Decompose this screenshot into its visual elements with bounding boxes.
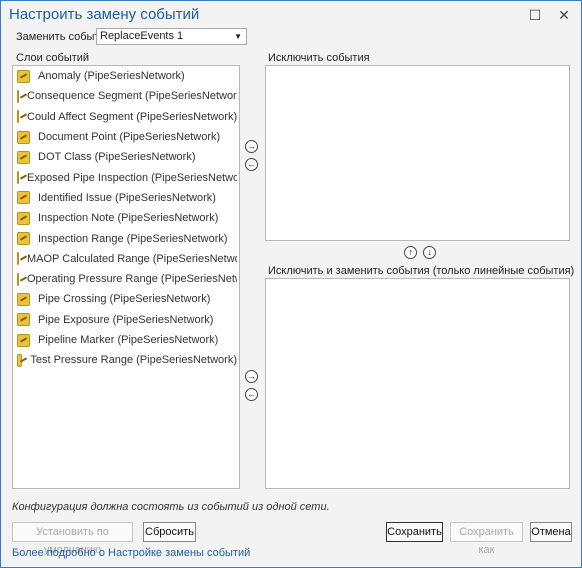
- help-link[interactable]: Более подробно о Настройке замены событи…: [12, 547, 250, 559]
- event-layer-icon: [17, 252, 19, 266]
- maximize-icon[interactable]: ☐: [525, 5, 545, 25]
- event-layer-label: DOT Class (PipeSeriesNetwork): [38, 151, 196, 164]
- event-layer-label: Pipe Crossing (PipeSeriesNetwork): [38, 293, 211, 306]
- event-layer-label: Anomaly (PipeSeriesNetwork): [38, 70, 185, 83]
- set-default-button[interactable]: Установить по умолчанию: [12, 522, 133, 556]
- event-layer-item[interactable]: DOT Class (PipeSeriesNetwork): [14, 147, 237, 167]
- event-layer-icon: [17, 89, 19, 103]
- save-as-button[interactable]: Сохранить как: [450, 522, 523, 556]
- cancel-button[interactable]: Отмена: [530, 522, 572, 542]
- event-layer-icon: [17, 150, 30, 164]
- event-layer-icon: [17, 191, 30, 205]
- event-layer-item[interactable]: Test Pressure Range (PipeSeriesNetwork): [14, 350, 237, 370]
- event-layer-icon: [17, 171, 19, 185]
- replace-events-value: ReplaceEvents 1: [100, 30, 184, 42]
- event-layer-icon: [17, 232, 30, 246]
- event-layer-item[interactable]: Inspection Range (PipeSeriesNetwork): [14, 228, 237, 248]
- event-layer-item[interactable]: Consequence Segment (PipeSeriesNetwork): [14, 86, 237, 106]
- event-layer-label: Exposed Pipe Inspection (PipeSeriesNetwo…: [27, 171, 237, 184]
- event-layers-list: Anomaly (PipeSeriesNetwork) Consequence S…: [14, 66, 237, 486]
- event-layer-label: Identified Issue (PipeSeriesNetwork): [38, 191, 216, 204]
- add-exclude-arrow-right-icon[interactable]: →: [245, 140, 258, 153]
- event-layer-label: Inspection Note (PipeSeriesNetwork): [38, 212, 219, 225]
- configuration-note: Конфигурация должна состоять из событий …: [12, 501, 330, 513]
- event-layer-icon: [17, 292, 30, 306]
- event-layer-icon: [17, 211, 30, 225]
- event-layer-item[interactable]: Document Point (PipeSeriesNetwork): [14, 127, 237, 147]
- event-layer-label: Consequence Segment (PipeSeriesNetwork): [27, 90, 237, 103]
- replace-events-dropdown[interactable]: ReplaceEvents 1 ▼: [96, 28, 247, 45]
- exclude-events-label: Исключить события: [268, 52, 370, 64]
- event-layer-label: Pipe Exposure (PipeSeriesNetwork): [38, 313, 214, 326]
- remove-exclude-arrow-left-icon[interactable]: ←: [245, 158, 258, 171]
- event-layer-icon: [17, 272, 19, 286]
- event-layer-label: Inspection Range (PipeSeriesNetwork): [38, 232, 228, 245]
- event-layer-item[interactable]: Anomaly (PipeSeriesNetwork): [14, 66, 237, 86]
- event-layer-label: MAOP Calculated Range (PipeSeriesNetwork…: [27, 252, 237, 265]
- event-layer-icon: [17, 110, 19, 124]
- save-button[interactable]: Сохранить: [386, 522, 443, 542]
- event-layer-icon: [17, 130, 30, 144]
- exclude-replace-events-label: Исключить и заменить события (только лин…: [268, 265, 575, 277]
- event-layer-label: Test Pressure Range (PipeSeriesNetwork): [30, 354, 237, 367]
- remove-exclude-replace-arrow-left-icon[interactable]: ←: [245, 388, 258, 401]
- event-layer-item[interactable]: Identified Issue (PipeSeriesNetwork): [14, 188, 237, 208]
- event-layer-icon: [17, 69, 30, 83]
- event-layer-item[interactable]: MAOP Calculated Range (PipeSeriesNetwork…: [14, 249, 237, 269]
- close-icon[interactable]: ✕: [554, 5, 574, 25]
- exclude-events-list[interactable]: [265, 65, 570, 241]
- event-layer-label: Pipeline Marker (PipeSeriesNetwork): [38, 334, 219, 346]
- event-layer-item[interactable]: Pipe Exposure (PipeSeriesNetwork): [14, 310, 237, 330]
- dialog-title: Настроить замену событий: [9, 6, 200, 23]
- reset-button[interactable]: Сбросить: [143, 522, 196, 542]
- event-layer-icon: [17, 353, 23, 367]
- event-layer-icon: [17, 313, 30, 327]
- event-layer-item[interactable]: Pipe Crossing (PipeSeriesNetwork): [14, 289, 237, 309]
- move-up-arrow-icon[interactable]: ↑: [404, 246, 417, 259]
- event-layer-item[interactable]: Operating Pressure Range (PipeSeriesNetw…: [14, 269, 237, 289]
- event-layer-item[interactable]: Could Affect Segment (PipeSeriesNetwork): [14, 107, 237, 127]
- exclude-replace-events-list[interactable]: [265, 278, 570, 489]
- move-down-arrow-icon[interactable]: ↓: [423, 246, 436, 259]
- chevron-down-icon: ▼: [234, 32, 242, 41]
- event-layer-label: Could Affect Segment (PipeSeriesNetwork): [27, 110, 237, 123]
- add-exclude-replace-arrow-right-icon[interactable]: →: [245, 370, 258, 383]
- event-layer-item[interactable]: Exposed Pipe Inspection (PipeSeriesNetwo…: [14, 167, 237, 187]
- event-layer-label: Operating Pressure Range (PipeSeriesNetw…: [27, 273, 237, 286]
- event-layer-icon: [17, 333, 30, 347]
- event-layer-label: Document Point (PipeSeriesNetwork): [38, 131, 221, 144]
- event-layer-item[interactable]: Pipeline Marker (PipeSeriesNetwork): [14, 330, 237, 350]
- event-layer-item[interactable]: Inspection Note (PipeSeriesNetwork): [14, 208, 237, 228]
- configure-replace-events-dialog: Настроить замену событий ☐ ✕ Заменить со…: [0, 0, 582, 568]
- event-layers-label: Слои событий: [16, 52, 90, 64]
